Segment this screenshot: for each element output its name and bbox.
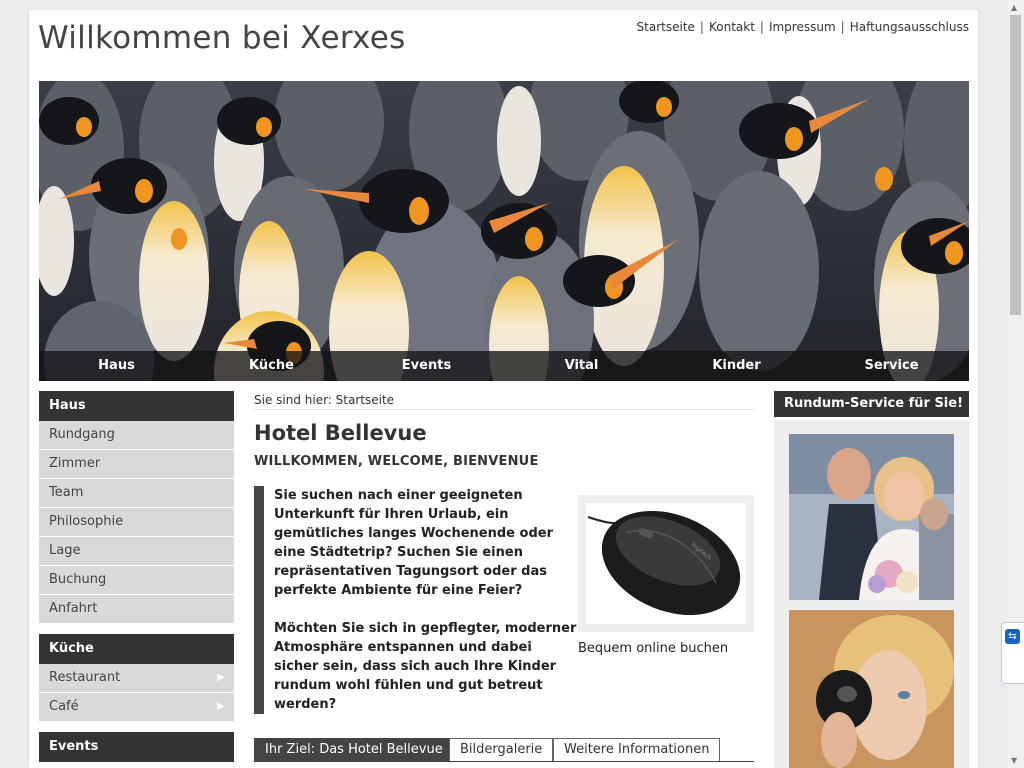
intro-quote: Sie suchen nach einer geeigneten Unterku…	[254, 486, 579, 714]
service-panel-title: Rundum-Service für Sie!	[774, 391, 969, 417]
sidebar-item-label: Café	[49, 699, 79, 714]
mainnav-kinder[interactable]: Kinder	[659, 351, 814, 381]
teamviewer-icon: ⇆	[1005, 629, 1020, 644]
sidebar-item-label: Restaurant	[49, 670, 121, 685]
online-booking-promo[interactable]: logitech	[578, 495, 754, 632]
sidebar-item-restaurant[interactable]: Restaurant ▶	[39, 664, 234, 693]
sidebar-section-events[interactable]: Events	[39, 732, 234, 762]
breadcrumb: Sie sind hier: Startseite	[254, 391, 754, 410]
tab-weitere-informationen[interactable]: Weitere Informationen	[553, 738, 721, 761]
scrollbar-thumb[interactable]	[1010, 15, 1021, 315]
sidebar-item-zimmer[interactable]: Zimmer	[39, 450, 234, 479]
topnav-haftungsausschluss[interactable]: Haftungsausschluss	[850, 20, 969, 34]
top-navigation: Startseite | Kontakt | Impressum | Haftungsaus…	[637, 20, 969, 34]
scroll-down-arrow-icon[interactable]: ▼	[1011, 756, 1017, 765]
sidebar-item-anfahrt[interactable]: Anfahrt	[39, 595, 234, 624]
mainnav-kueche[interactable]: Küche	[194, 351, 349, 381]
sidebar-section-haus[interactable]: Haus	[39, 391, 234, 421]
topnav-kontakt[interactable]: Kontakt	[709, 20, 755, 34]
sidebar-navigation: Haus Rundgang Zimmer Team Philosophie La…	[39, 391, 234, 762]
topnav-impressum[interactable]: Impressum	[769, 20, 836, 34]
page-subtitle: WILLKOMMEN, WELCOME, BIENVENUE	[254, 454, 539, 469]
mainnav-service[interactable]: Service	[814, 351, 969, 381]
computer-mouse-icon: logitech	[587, 510, 741, 616]
content-tabs: Ihr Ziel: Das Hotel Bellevue Bildergaler…	[254, 736, 754, 762]
hero-banner-penguins: Haus Küche Events Vital Kinder Service	[39, 81, 969, 381]
main-navigation: Haus Küche Events Vital Kinder Service	[39, 351, 969, 381]
sidebar-item-rundgang[interactable]: Rundgang	[39, 421, 234, 450]
sidebar-item-team[interactable]: Team	[39, 479, 234, 508]
service-panel: Rundum-Service für Sie!	[774, 391, 969, 768]
scroll-up-arrow-icon[interactable]: ▲	[1011, 3, 1017, 12]
mainnav-events[interactable]: Events	[349, 351, 504, 381]
mainnav-haus[interactable]: Haus	[39, 351, 194, 381]
mouse-image: logitech	[586, 503, 746, 624]
submenu-arrow-icon: ▶	[217, 672, 225, 683]
main-content: Sie sind hier: Startseite Hotel Bellevue…	[254, 391, 754, 762]
sidebar-section-kueche[interactable]: Küche	[39, 634, 234, 664]
page-title: Hotel Bellevue	[254, 421, 427, 445]
sidebar-item-cafe[interactable]: Café ▶	[39, 693, 234, 722]
penguin-colony-image	[39, 81, 969, 381]
sidebar-item-buchung[interactable]: Buchung	[39, 566, 234, 595]
separator: |	[759, 20, 764, 34]
tab-bildergalerie[interactable]: Bildergalerie	[449, 738, 554, 761]
separator: |	[699, 20, 704, 34]
service-panel-box	[774, 420, 969, 768]
remote-support-widget[interactable]: ⇆	[1001, 622, 1024, 684]
site-title: Willkommen bei Xerxes	[38, 20, 406, 56]
separator: |	[840, 20, 845, 34]
sidebar-item-philosophie[interactable]: Philosophie	[39, 508, 234, 537]
intro-paragraph: Möchten Sie sich in gepflegter, moderner…	[274, 621, 577, 712]
tab-hotel-bellevue[interactable]: Ihr Ziel: Das Hotel Bellevue	[254, 738, 454, 761]
promo-caption[interactable]: Bequem online buchen	[578, 641, 728, 656]
submenu-arrow-icon: ▶	[217, 701, 225, 712]
wedding-photo[interactable]	[789, 434, 954, 600]
mainnav-vital[interactable]: Vital	[504, 351, 659, 381]
sidebar-item-lage[interactable]: Lage	[39, 537, 234, 566]
topnav-startseite[interactable]: Startseite	[637, 20, 695, 34]
page: Willkommen bei Xerxes Startseite | Kontakt…	[29, 10, 978, 768]
intro-paragraph: Sie suchen nach einer geeigneten Unterku…	[274, 488, 553, 598]
beauty-photo[interactable]	[789, 610, 954, 768]
